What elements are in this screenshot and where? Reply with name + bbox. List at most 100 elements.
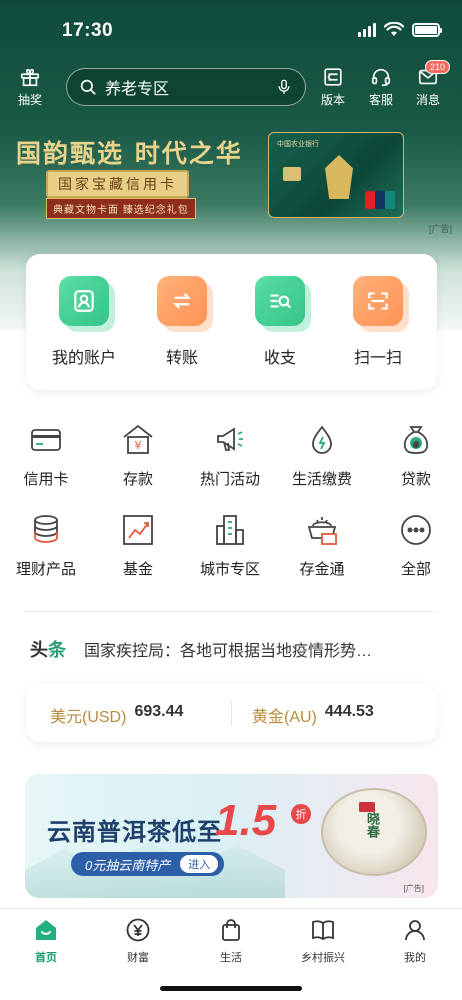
service-label: 理财产品 <box>15 561 76 578</box>
rates-card[interactable]: 美元(USD) 693.44 黄金(AU) 444.53 <box>26 684 437 742</box>
battery-icon <box>412 22 442 37</box>
rate-value: 444.53 <box>324 703 374 720</box>
service-loan[interactable]: e 贷款 <box>370 422 462 489</box>
svg-text:e: e <box>413 440 419 450</box>
service-label: 生活缴费 <box>291 471 352 488</box>
quick-action-scan[interactable]: 扫一扫 <box>328 276 428 368</box>
messages-badge: 210 <box>424 60 451 74</box>
quick-action-label: 收支 <box>263 350 296 367</box>
home-indicator <box>160 986 302 991</box>
service-label: 存金通 <box>299 561 345 578</box>
service-utility-payment[interactable]: 生活缴费 <box>276 422 368 489</box>
tab-rural-revitalization[interactable]: 乡村振兴 <box>288 917 358 965</box>
service-label: 城市专区 <box>199 561 260 578</box>
home-icon <box>36 920 56 940</box>
version-label: 版本 <box>321 93 346 107</box>
promo-banner-tea[interactable]: 云南普洱茶低至 1.5 折 0元抽云南特产 进入 晓春 [广告] <box>25 774 438 898</box>
quick-action-label: 扫一扫 <box>353 350 402 367</box>
service-label: 存款 <box>122 471 153 488</box>
service-all[interactable]: 全部 <box>370 512 462 579</box>
tab-home[interactable]: 首页 <box>11 917 81 965</box>
quick-action-label: 我的账户 <box>51 350 116 367</box>
banner-subtitle: 国家宝藏信用卡 <box>46 170 189 198</box>
coin-stack-icon <box>34 515 58 543</box>
signal-icon <box>358 22 376 37</box>
messages-button[interactable]: 210 消息 <box>416 60 451 108</box>
megaphone-icon <box>217 427 243 451</box>
tea-label: 晓春 <box>365 812 380 838</box>
section-divider <box>24 611 438 612</box>
service-gold-deposit[interactable]: 存金通 <box>276 512 368 579</box>
quick-action-statement[interactable]: 收支 <box>230 276 330 368</box>
service-fund[interactable]: 基金 <box>92 512 184 579</box>
service-credit-card[interactable]: 信用卡 <box>0 422 92 489</box>
scan-icon <box>353 276 409 332</box>
credit-card-image: 中国农业银行 <box>268 132 404 218</box>
promo-lottery-pill[interactable]: 0元抽云南特产 进入 <box>71 852 225 876</box>
status-time: 17:30 <box>62 20 114 41</box>
promo-banner-credit-card[interactable]: 国韵甄选 时代之华 国家宝藏信用卡 典藏文物卡面 臻选纪念礼包 中国农业银行 [… <box>0 118 462 240</box>
quick-action-my-account[interactable]: 我的账户 <box>34 276 134 368</box>
credit-card-icon <box>31 429 61 451</box>
headline-tag-suffix: 条 <box>48 640 66 660</box>
lottery-label: 抽奖 <box>18 93 43 107</box>
search-placeholder: 养老专区 <box>105 81 170 98</box>
tab-wealth[interactable]: 财富 <box>103 917 173 965</box>
quick-actions-card: 我的账户 转账 收支 扫一扫 <box>26 254 437 390</box>
user-icon <box>59 276 115 332</box>
messages-label: 消息 <box>416 93 441 107</box>
headset-icon <box>371 68 391 87</box>
headline-text: 国家疾控局：各地可根据当地疫情形势… <box>84 643 373 660</box>
search-bar[interactable]: 养老专区 <box>66 68 306 106</box>
promo-discount: 1.5 <box>215 796 277 845</box>
ad-tag: [广告] <box>403 884 424 893</box>
quick-action-transfer[interactable]: 转账 <box>132 276 232 368</box>
tab-label: 我的 <box>404 952 426 964</box>
service-deposit[interactable]: ¥ 存款 <box>92 422 184 489</box>
book-icon <box>312 920 334 941</box>
service-hot-activities[interactable]: 热门活动 <box>184 422 276 489</box>
tab-life[interactable]: 生活 <box>196 917 266 965</box>
promo-discount-unit: 折 <box>291 804 311 824</box>
chart-trend-icon <box>123 515 153 545</box>
rate-name: 黄金(AU) <box>252 709 317 726</box>
headline-tag-prefix: 头 <box>30 640 48 660</box>
rate-value: 693.44 <box>134 703 184 720</box>
lottery-button[interactable]: 抽奖 <box>18 66 42 108</box>
quick-action-label: 转账 <box>165 350 198 367</box>
version-icon <box>324 68 342 86</box>
ad-tag: [广告] <box>428 224 452 234</box>
service-label: 基金 <box>122 561 153 578</box>
loan-bag-icon: e <box>403 426 429 454</box>
building-icon <box>216 515 244 545</box>
microphone-icon[interactable] <box>275 78 293 96</box>
shopping-bag-icon <box>222 919 240 941</box>
headline-news[interactable]: 头条 国家疾控局：各地可根据当地疫情形势… <box>30 637 440 661</box>
top-bar: 抽奖 养老专区 版本 客服 210 消息 <box>0 60 462 112</box>
tab-mine[interactable]: 我的 <box>380 917 450 965</box>
card-bank-name: 中国农业银行 <box>277 141 319 148</box>
service-wealth-products[interactable]: 理财产品 <box>0 512 92 579</box>
card-emblem <box>325 155 353 199</box>
card-chip <box>283 167 301 181</box>
person-icon <box>405 920 425 941</box>
customer-service-button[interactable]: 客服 <box>369 66 393 108</box>
gold-icon <box>307 517 337 545</box>
gift-icon <box>20 68 40 87</box>
rate-gold[interactable]: 黄金(AU) 444.53 <box>252 703 374 727</box>
promo-enter-button[interactable]: 进入 <box>180 855 219 873</box>
service-label: 贷款 <box>400 471 431 488</box>
tab-label: 乡村振兴 <box>301 952 345 964</box>
service-label: 热门活动 <box>199 471 260 488</box>
more-icon <box>401 515 431 545</box>
version-button[interactable]: 版本 <box>321 66 345 108</box>
rate-usd[interactable]: 美元(USD) 693.44 <box>50 703 183 727</box>
service-label: 全部 <box>400 561 431 578</box>
status-bar: 17:30 <box>0 0 462 60</box>
service-label: 信用卡 <box>23 471 69 488</box>
banner-title: 国韵甄选 时代之华 <box>16 139 243 168</box>
search-icon <box>80 79 96 95</box>
deposit-icon: ¥ <box>123 424 153 454</box>
svg-text:¥: ¥ <box>135 439 142 452</box>
service-city-zone[interactable]: 城市专区 <box>184 512 276 579</box>
